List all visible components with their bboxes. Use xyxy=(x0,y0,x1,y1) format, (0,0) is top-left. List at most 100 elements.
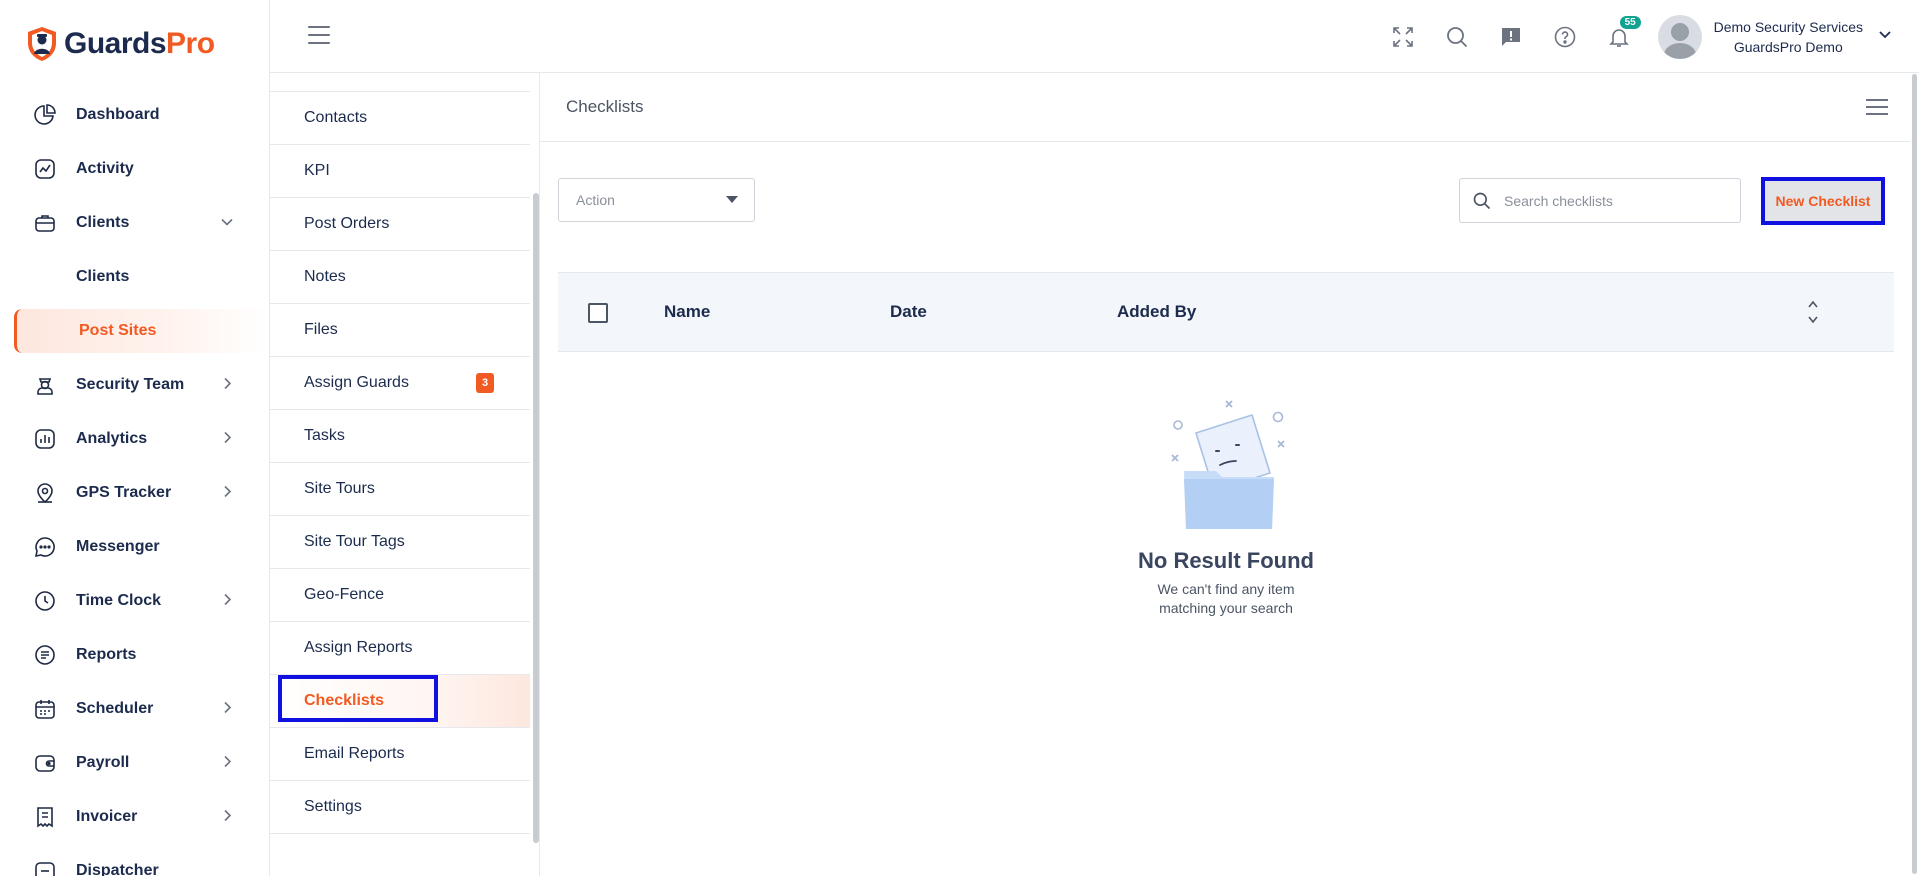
submenu-item-label: Contacts xyxy=(304,109,368,126)
receipt-icon xyxy=(32,804,58,830)
dispatch-icon xyxy=(32,858,58,876)
submenu-item-email-reports[interactable]: Email Reports xyxy=(270,728,530,781)
submenu-item-label: Assign Guards xyxy=(304,374,409,391)
submenu-item-assign-guards[interactable]: Assign Guards 3 xyxy=(270,357,530,410)
sidebar-item-label: GPS Tracker xyxy=(76,484,172,501)
sidebar-item-invoicer[interactable]: Invoicer xyxy=(0,790,269,844)
bell-icon[interactable]: 55 xyxy=(1592,0,1646,73)
new-checklist-button[interactable]: New Checklist xyxy=(1761,177,1885,225)
sidebar-item-analytics[interactable]: Analytics xyxy=(0,412,269,466)
submenu-item-post-orders[interactable]: Post Orders xyxy=(270,198,530,251)
sidebar-item-gps-tracker[interactable]: GPS Tracker xyxy=(0,466,269,520)
column-header-date[interactable]: Date xyxy=(890,302,927,322)
submenu-item-site-tour-tags[interactable]: Site Tour Tags xyxy=(270,516,530,569)
post-site-submenu: Contacts KPI Post Orders Notes Files Ass… xyxy=(270,73,540,876)
empty-folder-icon xyxy=(1171,400,1285,529)
pie-chart-icon xyxy=(32,102,58,128)
sidebar-item-activity[interactable]: Activity xyxy=(0,142,269,196)
page-scrollbar[interactable] xyxy=(1912,74,1917,874)
guardspro-logo[interactable]: GuardsPro xyxy=(26,26,215,62)
action-dropdown-label: Action xyxy=(576,192,615,208)
fullscreen-icon[interactable] xyxy=(1376,0,1430,73)
submenu-item-tasks[interactable]: Tasks xyxy=(270,410,530,463)
user-name: Demo Security Services xyxy=(1713,18,1863,35)
sidebar-item-label: Scheduler xyxy=(76,700,154,717)
empty-state: No Result Found We can't find any item m… xyxy=(558,393,1894,618)
panel-header: Checklists xyxy=(540,73,1910,142)
chevron-down-icon xyxy=(220,215,234,232)
count-badge: 3 xyxy=(476,373,494,393)
column-header-added-by[interactable]: Added By xyxy=(1117,302,1196,322)
chevron-right-icon xyxy=(220,377,234,394)
sort-icon[interactable] xyxy=(1806,297,1820,327)
submenu-item-contacts[interactable]: Contacts xyxy=(270,92,530,145)
submenu-item-label: Files xyxy=(304,321,338,338)
submenu-item-assign-reports[interactable]: Assign Reports xyxy=(270,622,530,675)
sidebar: GuardsPro Dashboard Activity Clients Cli… xyxy=(0,0,270,876)
sidebar-item-label: Dispatcher xyxy=(76,862,159,876)
calendar-icon xyxy=(32,696,58,722)
submenu-item-label: Email Reports xyxy=(304,745,405,762)
user-info: Demo Security Services GuardsPro Demo xyxy=(1714,19,1863,55)
sidebar-item-label: Dashboard xyxy=(76,106,160,123)
feedback-icon[interactable] xyxy=(1484,0,1538,73)
submenu-list: Contacts KPI Post Orders Notes Files Ass… xyxy=(270,91,530,834)
sidebar-subitem-clients[interactable]: Clients xyxy=(0,250,269,304)
table-header: Name Date Added By xyxy=(558,272,1894,352)
sidebar-item-dispatcher[interactable]: Dispatcher xyxy=(0,844,269,876)
search-icon xyxy=(1460,191,1504,211)
notification-badge: 55 xyxy=(1619,16,1641,29)
sidebar-item-scheduler[interactable]: Scheduler xyxy=(0,682,269,736)
empty-title: No Result Found xyxy=(1138,548,1314,573)
checklists-panel: Checklists Action New Checklist Name Dat… xyxy=(540,73,1910,876)
sidebar-item-payroll[interactable]: Payroll xyxy=(0,736,269,790)
wallet-icon xyxy=(32,750,58,776)
action-dropdown[interactable]: Action xyxy=(558,178,755,222)
submenu-scrollbar[interactable] xyxy=(533,193,539,843)
sidebar-item-dashboard[interactable]: Dashboard xyxy=(0,88,269,142)
activity-chart-icon xyxy=(32,156,58,182)
search-input[interactable] xyxy=(1504,192,1724,209)
sidebar-item-label: Reports xyxy=(76,646,137,663)
empty-subtitle-line: We can't find any item xyxy=(1157,581,1295,597)
submenu-item-label: Post Orders xyxy=(304,215,390,232)
logo-text: GuardsPro xyxy=(64,27,215,60)
sidebar-item-clients[interactable]: Clients xyxy=(0,196,269,250)
search-field[interactable] xyxy=(1459,178,1741,223)
submenu-item-settings[interactable]: Settings xyxy=(270,781,530,834)
sidebar-subitem-post-sites[interactable]: Post Sites xyxy=(14,309,269,353)
submenu-item-label: KPI xyxy=(304,162,330,179)
sidebar-item-security-team[interactable]: Security Team xyxy=(0,358,269,412)
map-pin-icon xyxy=(32,480,58,506)
submenu-item-kpi[interactable]: KPI xyxy=(270,145,530,198)
chevron-down-icon xyxy=(1877,26,1893,47)
document-icon xyxy=(32,642,58,668)
empty-subtitle: We can't find any item matching your sea… xyxy=(558,580,1894,618)
sidebar-item-label: Time Clock xyxy=(76,592,162,609)
panel-menu-icon[interactable] xyxy=(1866,99,1888,115)
sidebar-nav: Dashboard Activity Clients Clients Post … xyxy=(0,88,269,876)
sidebar-item-reports[interactable]: Reports xyxy=(0,628,269,682)
submenu-item-site-tours[interactable]: Site Tours xyxy=(270,463,530,516)
user-menu[interactable]: Demo Security Services GuardsPro Demo xyxy=(1657,14,1893,59)
submenu-item-files[interactable]: Files xyxy=(270,304,530,357)
shield-logo-icon xyxy=(28,27,56,61)
sidebar-item-label: Security Team xyxy=(76,376,185,393)
sidebar-item-time-clock[interactable]: Time Clock xyxy=(0,574,269,628)
submenu-item-label: Tasks xyxy=(304,427,345,444)
sidebar-item-label: Messenger xyxy=(76,538,160,555)
column-header-name[interactable]: Name xyxy=(664,302,710,322)
submenu-item-label: Geo-Fence xyxy=(304,586,385,603)
sidebar-item-messenger[interactable]: Messenger xyxy=(0,520,269,574)
submenu-item-notes[interactable]: Notes xyxy=(270,251,530,304)
help-icon[interactable] xyxy=(1538,0,1592,73)
bar-chart-icon xyxy=(32,426,58,452)
submenu-item-geo-fence[interactable]: Geo-Fence xyxy=(270,569,530,622)
select-all-checkbox[interactable] xyxy=(588,303,608,323)
empty-subtitle-line: matching your search xyxy=(1159,600,1293,616)
clock-icon xyxy=(32,588,58,614)
search-icon[interactable] xyxy=(1430,0,1484,73)
submenu-item-checklists[interactable]: Checklists xyxy=(270,675,530,728)
submenu-item-label: Assign Reports xyxy=(304,639,413,656)
menu-toggle-icon[interactable] xyxy=(308,26,330,44)
